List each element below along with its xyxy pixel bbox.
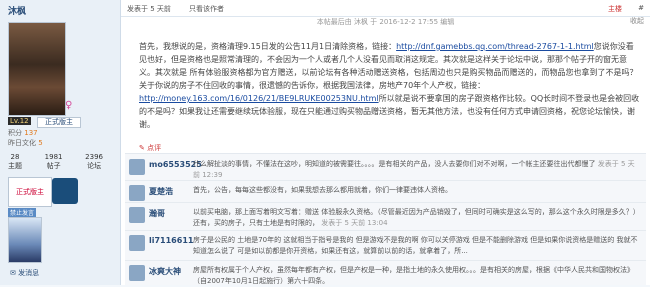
- body-text-1: 首先，我想说的是，资格清理9.15日发的公告11月1日清除资格，链接：: [139, 42, 397, 51]
- post-area: 发表于 5 天前 只看该作者 主楼 # 收起 本帖最后由 沐枫 于 2016-1…: [121, 0, 650, 285]
- avatar[interactable]: [129, 185, 145, 201]
- floor-label: 主楼: [608, 5, 622, 13]
- count-forum[interactable]: 2396 论坛: [85, 153, 103, 171]
- comment-text: 房子是公民的 土地是70年的 这就相当于指号是我的 但是游戏不是我的啊 你可以关…: [193, 236, 638, 255]
- avatar[interactable]: [129, 265, 145, 281]
- comment-row: 瀚哥 以前买电脑，那上面写着明文写着：赠送 体验服永久资格。（尽管最近因为产品销…: [125, 202, 646, 231]
- only-author-link[interactable]: 只看该作者: [189, 4, 224, 14]
- count-posts[interactable]: 1981 帖子: [45, 153, 63, 171]
- stat-score: 积分 137: [8, 129, 38, 137]
- author-name[interactable]: 沐枫: [8, 4, 26, 17]
- comment-text: 什么解扯淡的事情，不懂法在这吵，明知道的被需要往。。。。是有相关的产品，没人去要…: [193, 160, 635, 179]
- message-icon: ✉: [10, 269, 16, 277]
- floor-number[interactable]: #: [638, 4, 644, 12]
- author-sidebar: 沐枫 ♀ Lv.12 正式版主 积分 137 昨日文化 5 28 主题 1981 帖…: [0, 0, 121, 285]
- comment-author[interactable]: 瀚哥: [149, 208, 165, 219]
- medal-icon: [52, 178, 78, 204]
- post-body: 首先，我想说的是，资格清理9.15日发的公告11月1日清除资格，链接：http:…: [139, 40, 640, 131]
- author-counts: 28 主题 1981 帖子 2396 论坛: [8, 153, 103, 171]
- comment-author[interactable]: 夏楚浩: [149, 186, 173, 197]
- comment-row: li7116611 房子是公民的 土地是70年的 这就相当于指号是我的 但是游戏…: [125, 230, 646, 261]
- comment-row: 冰爽大神 房屋所有权属于个人产权，虽然每年都有产权，但是产权是一种，是指土地的永…: [125, 260, 646, 286]
- comment-author[interactable]: 冰爽大神: [149, 266, 181, 277]
- user-title: 正式版主: [37, 117, 81, 128]
- avatar[interactable]: [129, 159, 145, 175]
- count-topics[interactable]: 28 主题: [8, 153, 22, 171]
- stat-culture: 昨日文化 5: [8, 139, 43, 147]
- moderator-medal: 正式版主: [8, 177, 52, 207]
- level-badge: Lv.12: [8, 117, 31, 125]
- author-avatar[interactable]: [8, 22, 66, 116]
- rate-label[interactable]: ✎ 点评: [139, 143, 161, 153]
- comment-author[interactable]: li7116611: [149, 236, 193, 245]
- comment-text: 以前买电脑，那上面写着明文写着：赠送 体验服永久资格。（尽管最近因为产品销毁了，…: [193, 208, 640, 227]
- send-message-link[interactable]: ✉ 发消息: [10, 268, 39, 278]
- avatar[interactable]: [129, 207, 145, 223]
- comment-text: 房屋所有权属于个人产权，虽然每年都有产权，但是产权是一种，是指土地的永久使用权。…: [193, 266, 634, 285]
- female-icon: ♀: [65, 100, 73, 111]
- signature-image: [8, 217, 42, 263]
- posted-time: 发表于 5 天前: [127, 5, 171, 13]
- comment-row: mo6553525 什么解扯淡的事情，不懂法在这吵，明知道的被需要往。。。。是有…: [125, 154, 646, 181]
- comment-row: 夏楚浩 首先，公告，每每这些都没有，如果我想去那么都用就着，你们一律要违体人资格…: [125, 180, 646, 203]
- edit-meta: 本帖最后由 沐枫 于 2016-12-2 17:55 编辑: [316, 18, 455, 26]
- avatar[interactable]: [129, 235, 145, 251]
- link-2[interactable]: http://money.163.com/16/0126/21/BE9LRUKE…: [139, 94, 379, 103]
- rate-icon: ✎: [139, 144, 145, 152]
- post-header: 发表于 5 天前 只看该作者 主楼 #: [121, 0, 650, 17]
- banned-badge: 禁止发言: [8, 208, 37, 217]
- comment-list: mo6553525 什么解扯淡的事情，不懂法在这吵，明知道的被需要往。。。。是有…: [125, 153, 646, 285]
- comment-text: 首先，公告，每每这些都没有，如果我想去那么都用就着，你们一律要违体人资格。: [193, 186, 452, 194]
- link-1[interactable]: http://dnf.gamebbs.qq.com/thread-2767-1-…: [396, 42, 594, 51]
